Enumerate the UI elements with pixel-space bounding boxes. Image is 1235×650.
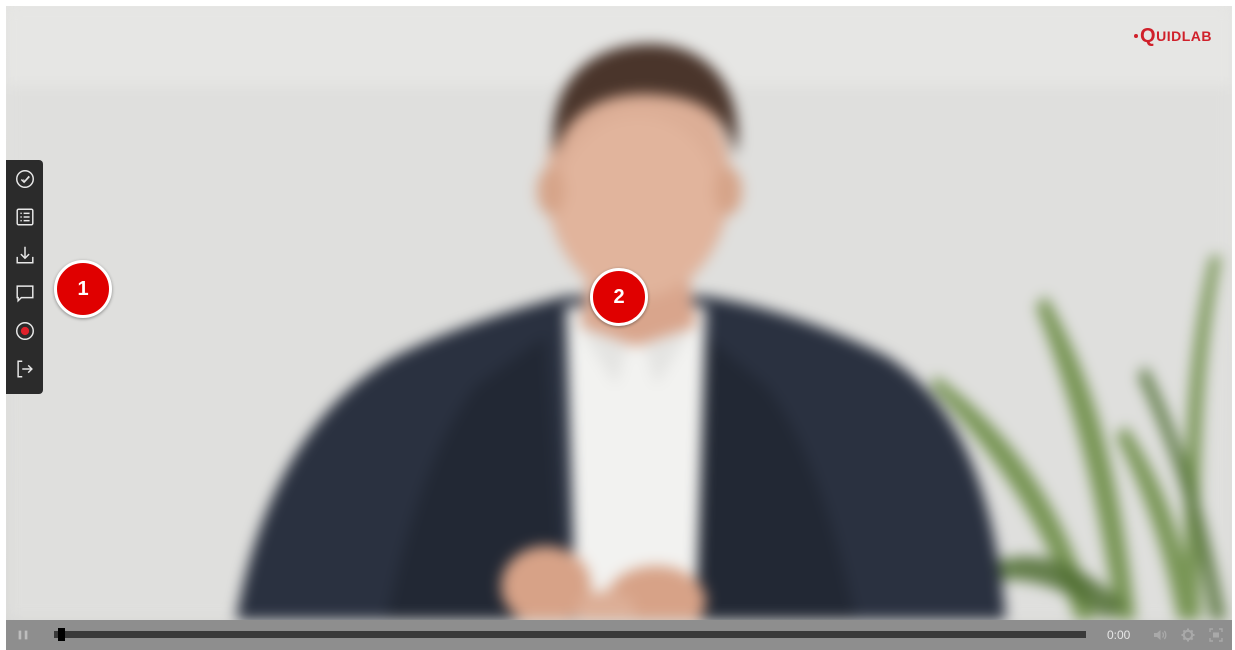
fullscreen-button[interactable] [1208,627,1224,643]
record-button[interactable] [12,318,38,343]
logo-text: UIDLAB [1156,28,1212,44]
comment-icon [15,284,34,303]
comment-button[interactable] [12,280,38,305]
download-icon [15,246,34,264]
fullscreen-icon [1209,628,1223,642]
current-time: 0:00 [1107,628,1131,642]
progress-scrubber[interactable] [58,628,65,641]
check-circle-button[interactable] [12,166,38,191]
gear-icon [1181,628,1195,642]
volume-button[interactable] [1152,627,1168,643]
logo-dot [1134,34,1139,38]
annotation-badge-2: 2 [590,268,648,326]
logo-initial: Q [1140,25,1157,47]
list-button[interactable] [12,204,38,229]
download-button[interactable] [12,242,38,267]
video-area[interactable]: Q UIDLAB 1 2 [6,6,1232,620]
exit-icon [16,359,33,378]
exit-button[interactable] [12,356,38,381]
progress-bar[interactable] [54,628,1086,641]
player-controls-bar: 0:00 [6,620,1232,650]
sidebar-toolbar [6,160,43,394]
volume-icon [1154,630,1167,640]
quidlab-logo: Q UIDLAB [1134,25,1212,47]
record-icon [15,321,34,340]
pause-icon [18,630,28,640]
settings-button[interactable] [1180,627,1196,643]
annotation-badge-1: 1 [54,260,112,318]
pause-button[interactable] [14,626,32,644]
video-player: Q UIDLAB 1 2 0:00 [6,6,1232,650]
list-icon [15,207,34,226]
check-circle-icon [15,169,34,188]
